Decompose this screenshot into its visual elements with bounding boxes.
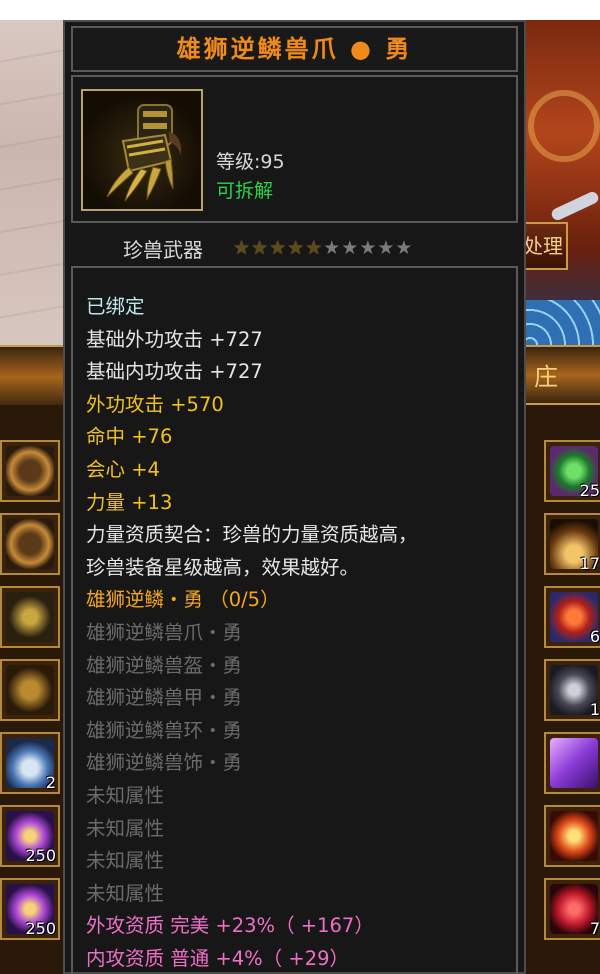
- wave-decoration: [520, 300, 600, 345]
- top-strip: [0, 0, 600, 20]
- item-name: 雄狮逆鳞兽爪 ● 勇: [176, 35, 413, 63]
- attribute-line: 力量 +13: [86, 490, 173, 514]
- fruit-icon: [550, 811, 598, 861]
- attribute-line: 基础外功攻击 +727: [86, 327, 263, 351]
- inventory-slot[interactable]: 6: [544, 586, 600, 648]
- slot-count: 250: [25, 846, 56, 865]
- attribute-line: 雄狮逆鳞兽饰・勇: [86, 751, 243, 775]
- inventory-slot[interactable]: [0, 440, 60, 502]
- attribute-line: 会心 +4: [86, 458, 160, 481]
- slot-count: 17: [579, 554, 600, 573]
- attribute-line: 雄狮逆鳞兽爪・勇: [86, 621, 243, 644]
- attribute-line: 雄狮逆鳞兽甲・勇: [86, 686, 243, 710]
- item-level: 等级:95: [216, 151, 285, 173]
- star-empty-icon: ★: [395, 237, 414, 259]
- collar-icon: [6, 446, 54, 496]
- inventory-slot[interactable]: 250: [0, 805, 60, 867]
- inventory-slot[interactable]: [0, 659, 60, 721]
- item-type-row: 珍兽武器 ★★★★★★★★★★: [71, 230, 518, 266]
- star-filled-icon: ★: [251, 237, 270, 259]
- inventory-slot[interactable]: 1: [544, 659, 600, 721]
- claw-icon: [6, 592, 54, 642]
- inventory-slot[interactable]: 17: [544, 513, 600, 575]
- blade-decoration: [549, 189, 600, 223]
- star-empty-icon: ★: [341, 237, 360, 259]
- star-rating: ★★★★★★★★★★: [233, 237, 413, 259]
- scroll-icon: [550, 738, 598, 788]
- claw-icon: [106, 104, 182, 202]
- attribute-line: 未知属性: [86, 881, 165, 905]
- star-filled-icon: ★: [269, 237, 288, 259]
- attribute-line: 力量资质契合：珍兽的力量资质越高，: [86, 523, 418, 547]
- slot-count: 1: [589, 700, 600, 719]
- inventory-slot[interactable]: 25: [544, 440, 600, 502]
- star-empty-icon: ★: [323, 237, 342, 259]
- left-title-bar: [0, 345, 70, 409]
- item-tooltip: 雄狮逆鳞兽爪 ● 勇 等级:95 可拆解 珍兽武器 ★★★★★★★★★★ 已绑定…: [63, 20, 526, 974]
- scene-left-background: [0, 20, 70, 345]
- attribute-line: 外攻资质 完美 +23%（ +167）: [86, 914, 374, 938]
- process-button[interactable]: 处理: [520, 222, 568, 270]
- slot-count: 2: [45, 773, 56, 792]
- attribute-line: 雄狮逆鳞兽盔・勇: [86, 653, 243, 677]
- attribute-line: 珍兽装备星级越高，效果越好。: [86, 555, 360, 579]
- inventory-slot[interactable]: [544, 805, 600, 867]
- slot-count: 250: [25, 919, 56, 938]
- inventory-slot[interactable]: [544, 732, 600, 794]
- slot-count: 6: [589, 627, 600, 646]
- attribute-list: 已绑定基础外功攻击 +727 基础内功攻击 +727 外功攻击 +570 命中 +76…: [71, 266, 518, 974]
- attribute-line: 命中 +76: [86, 425, 173, 449]
- attribute-line: 未知属性: [86, 784, 165, 807]
- helmet-icon: [6, 665, 54, 715]
- item-summary: 等级:95 可拆解: [71, 75, 518, 223]
- star-empty-icon: ★: [377, 237, 396, 259]
- dismantle-status: 可拆解: [216, 180, 274, 202]
- star-empty-icon: ★: [359, 237, 378, 259]
- collar-icon: [6, 519, 54, 569]
- scene-right-background: [520, 20, 600, 345]
- star-filled-icon: ★: [233, 237, 252, 259]
- attribute-line: 已绑定: [86, 295, 145, 318]
- inventory-slot[interactable]: 7: [544, 878, 600, 940]
- tooltip-header: 雄狮逆鳞兽爪 ● 勇: [71, 26, 518, 72]
- star-filled-icon: ★: [287, 237, 306, 259]
- inventory-slot[interactable]: [0, 513, 60, 575]
- slot-count: 7: [589, 919, 600, 938]
- attribute-line: 基础内功攻击 +727: [86, 360, 263, 384]
- attribute-line: 外功攻击 +570: [86, 392, 224, 416]
- attribute-line: 雄狮逆鳞兽环・勇: [86, 718, 243, 742]
- inventory-slot[interactable]: [0, 586, 60, 648]
- item-icon-frame: [81, 89, 203, 211]
- item-type: 珍兽武器: [123, 238, 203, 262]
- inventory-slot[interactable]: 250: [0, 878, 60, 940]
- slot-count: 25: [579, 481, 600, 500]
- right-title-bar: 庄: [520, 345, 600, 405]
- swirl-decoration: [528, 90, 600, 162]
- attribute-line: 未知属性: [86, 849, 165, 873]
- attribute-line: 内攻资质 普通 +4%（ +29）: [86, 947, 350, 970]
- attribute-line: 未知属性: [86, 816, 165, 840]
- star-filled-icon: ★: [305, 237, 324, 259]
- inventory-slot[interactable]: 2: [0, 732, 60, 794]
- attribute-line: 雄狮逆鳞・勇 （0/5）: [86, 588, 280, 612]
